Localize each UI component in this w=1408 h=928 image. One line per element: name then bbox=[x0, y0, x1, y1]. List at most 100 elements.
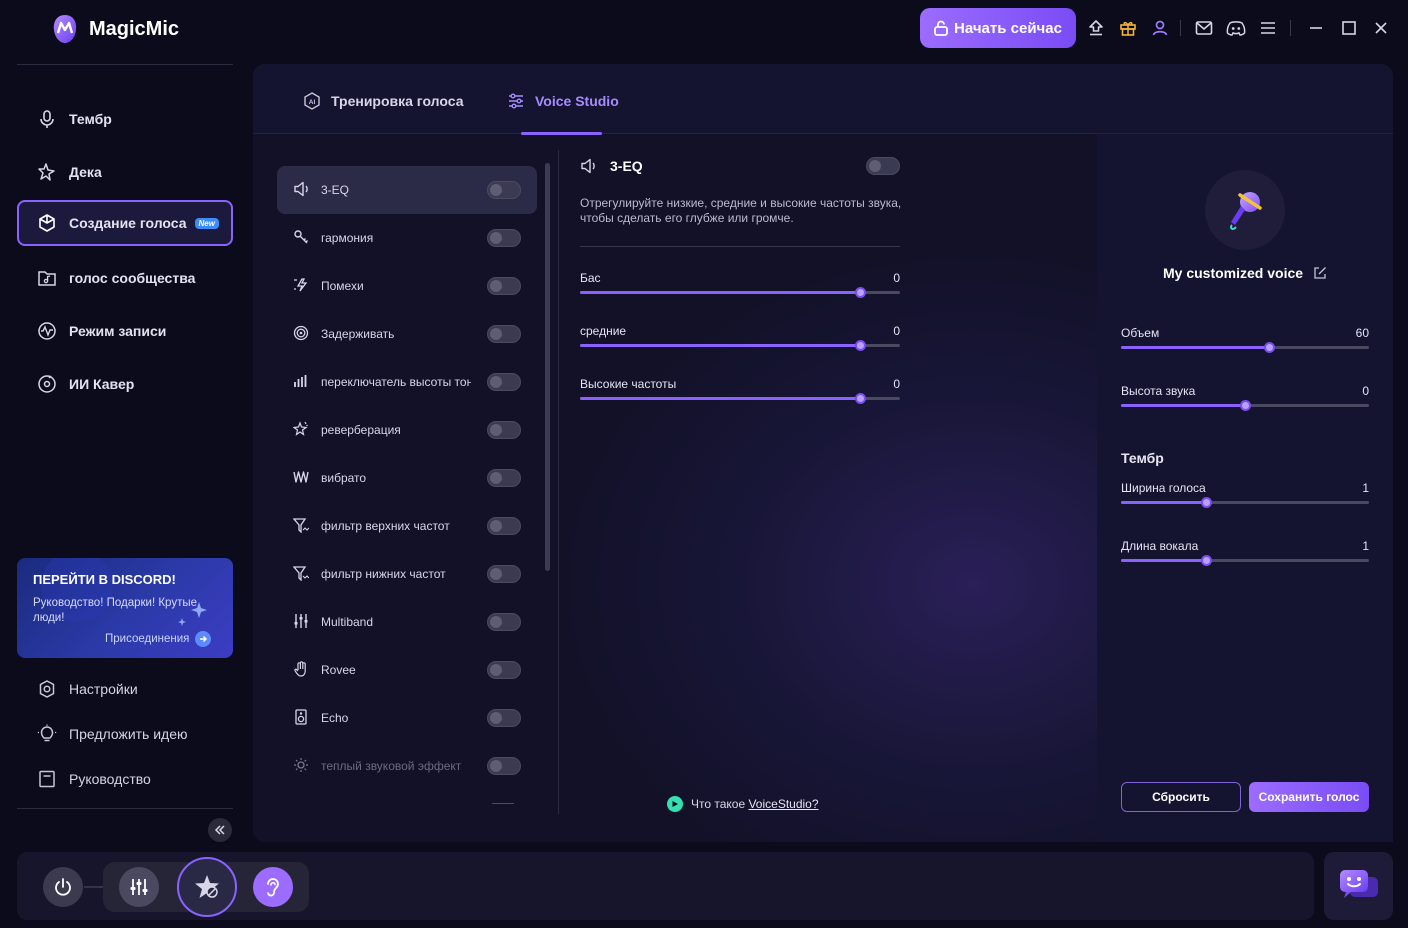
effect-toggle[interactable] bbox=[487, 229, 521, 247]
collapse-sidebar-button[interactable] bbox=[208, 818, 232, 842]
sidebar-item-recording-mode[interactable]: Режим записи bbox=[17, 308, 233, 354]
reset-button[interactable]: Сбросить bbox=[1121, 782, 1241, 812]
effects-scrollbar[interactable] bbox=[545, 163, 550, 571]
gift-icon[interactable] bbox=[1118, 18, 1138, 38]
start-now-button[interactable]: Начать сейчас bbox=[920, 8, 1076, 48]
effect-toggle[interactable] bbox=[487, 181, 521, 199]
suggest-idea-link[interactable]: Предложить идею bbox=[37, 724, 188, 744]
sidebar-item-timbre[interactable]: Тембр bbox=[17, 96, 233, 142]
guide-label: Руководство bbox=[69, 771, 151, 787]
effect-item[interactable]: Multiband bbox=[277, 598, 537, 646]
slider-value: 60 bbox=[1355, 326, 1369, 340]
effect-item[interactable]: фильтр нижних частот bbox=[277, 550, 537, 598]
save-voice-button[interactable]: Сохранить голос bbox=[1249, 782, 1369, 812]
sliders-icon bbox=[509, 93, 523, 109]
upload-icon[interactable] bbox=[1086, 18, 1106, 38]
slider-label: Объем bbox=[1121, 326, 1160, 340]
effect-item[interactable]: вибрато bbox=[277, 454, 537, 502]
slider-track[interactable] bbox=[580, 340, 900, 351]
voicestudio-help-link[interactable]: VoiceStudio? bbox=[748, 797, 818, 811]
slider-handle[interactable] bbox=[855, 393, 866, 404]
sidebar-item-label: ИИ Кавер bbox=[69, 376, 135, 392]
settings-link[interactable]: Настройки bbox=[37, 679, 138, 699]
effect-toggle[interactable] bbox=[487, 565, 521, 583]
tab-voice-training[interactable]: AI Тренировка голоса bbox=[303, 92, 463, 110]
sidebar-item-deck[interactable]: Дека bbox=[17, 149, 233, 195]
effect-toggle[interactable] bbox=[487, 613, 521, 631]
effect-label: Echo bbox=[321, 711, 349, 725]
slider-track[interactable] bbox=[580, 393, 900, 404]
effect-item[interactable]: переключатель высоты тона bbox=[277, 358, 537, 406]
chat-support-button[interactable] bbox=[1324, 852, 1393, 920]
effect-toggle[interactable] bbox=[487, 757, 521, 775]
effect-toggle[interactable] bbox=[487, 517, 521, 535]
slider-handle[interactable] bbox=[1201, 497, 1213, 508]
power-button[interactable] bbox=[43, 867, 83, 907]
echo-icon bbox=[293, 708, 309, 728]
sidebar-item-ai-cover[interactable]: ИИ Кавер bbox=[17, 361, 233, 407]
new-badge: New bbox=[194, 217, 219, 229]
play-icon bbox=[667, 796, 683, 812]
effect-item[interactable]: Echo bbox=[277, 694, 537, 742]
effect-label: 3-EQ bbox=[321, 183, 350, 197]
discord-card-text: Руководство! Подарки! Крутые люди! bbox=[33, 597, 197, 624]
slider-fill bbox=[1121, 501, 1207, 504]
effect-toggle[interactable] bbox=[487, 325, 521, 343]
effect-toggle[interactable] bbox=[487, 277, 521, 295]
sidebar-item-voice-creation[interactable]: Создание голоса New bbox=[17, 200, 233, 246]
effect-toggle[interactable] bbox=[487, 373, 521, 391]
voice-name-text: My customized voice bbox=[1163, 265, 1304, 281]
slider-label: средние bbox=[580, 324, 627, 338]
hear-myself-button[interactable] bbox=[253, 867, 293, 907]
slider-handle[interactable] bbox=[855, 340, 866, 351]
slider-handle[interactable] bbox=[1263, 342, 1275, 353]
discord-icon[interactable] bbox=[1226, 18, 1246, 38]
unlock-icon bbox=[934, 20, 948, 36]
edit-icon[interactable] bbox=[1313, 266, 1327, 280]
slider-fill bbox=[1121, 404, 1245, 407]
effect-toggle[interactable] bbox=[487, 469, 521, 487]
effect-item[interactable]: реверберация bbox=[277, 406, 537, 454]
mail-icon[interactable] bbox=[1194, 18, 1214, 38]
close-icon[interactable] bbox=[1371, 18, 1391, 38]
tab-voice-studio[interactable]: Voice Studio bbox=[507, 92, 619, 110]
discord-promo-card[interactable]: ПЕРЕЙТИ В DISCORD! Руководство! Подарки!… bbox=[17, 558, 233, 658]
effect-toggle[interactable] bbox=[487, 421, 521, 439]
user-icon[interactable] bbox=[1150, 18, 1170, 38]
voice-avatar[interactable] bbox=[1205, 170, 1285, 250]
slider-handle[interactable] bbox=[855, 287, 866, 298]
effect-item[interactable]: Помехи bbox=[277, 262, 537, 310]
maximize-icon[interactable] bbox=[1339, 18, 1359, 38]
voice-effect-toggle-button[interactable] bbox=[177, 857, 237, 917]
slider-label: Ширина голоса bbox=[1121, 481, 1206, 495]
slider-track[interactable] bbox=[580, 287, 900, 298]
slider-track[interactable] bbox=[1121, 400, 1369, 411]
effect-item[interactable]: 3-EQ bbox=[277, 166, 537, 214]
key-icon bbox=[293, 229, 309, 248]
mixer-button[interactable] bbox=[119, 867, 159, 907]
slider-fill bbox=[580, 397, 860, 400]
speaker-icon bbox=[580, 158, 598, 179]
discord-join-link[interactable]: Присоединения bbox=[105, 631, 212, 647]
effect-item[interactable]: гармония bbox=[277, 214, 537, 262]
minimize-icon[interactable] bbox=[1306, 18, 1326, 38]
slider-track[interactable] bbox=[1121, 342, 1369, 353]
voicestudio-help[interactable]: Что такое VoiceStudio? bbox=[667, 796, 819, 812]
effect-item[interactable]: Rovee bbox=[277, 646, 537, 694]
effect-toggle[interactable] bbox=[487, 661, 521, 679]
menu-icon[interactable] bbox=[1258, 18, 1278, 38]
slider-track[interactable] bbox=[1121, 555, 1369, 566]
effect-item[interactable]: фильтр верхних частот bbox=[277, 502, 537, 550]
slider-handle[interactable] bbox=[1201, 555, 1213, 566]
slider-handle[interactable] bbox=[1240, 400, 1251, 411]
slider-track[interactable] bbox=[1121, 497, 1369, 508]
sidebar-item-community-voice[interactable]: голос сообщества bbox=[17, 255, 233, 301]
highpass-icon bbox=[292, 517, 310, 536]
effect-item[interactable]: Задерживать bbox=[277, 310, 537, 358]
effect-toggle[interactable] bbox=[487, 709, 521, 727]
effect-detail-toggle[interactable] bbox=[866, 157, 900, 175]
effect-item[interactable]: теплый звуковой эффект bbox=[277, 742, 537, 790]
star-off-icon bbox=[195, 875, 219, 898]
guide-link[interactable]: Руководство bbox=[37, 769, 151, 789]
app-title: MagicMic bbox=[89, 18, 180, 40]
